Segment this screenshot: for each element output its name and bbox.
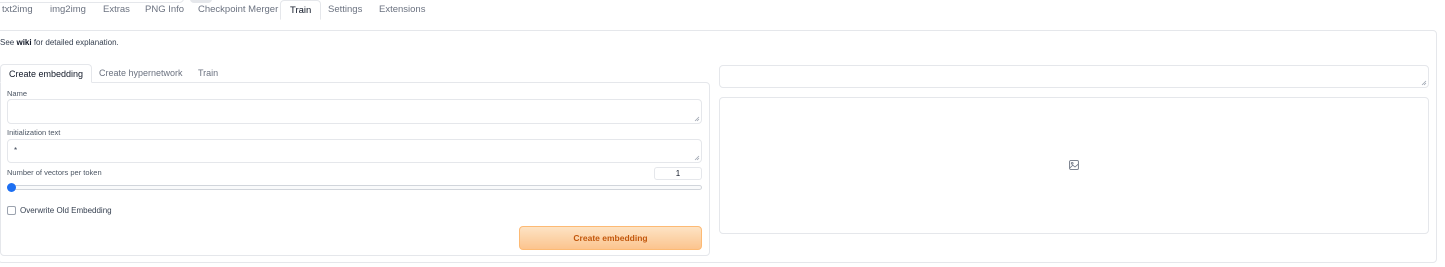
resize-handle-icon[interactable] [1421,80,1427,86]
overwrite-checkbox[interactable] [7,206,16,215]
init-text-input[interactable]: * [7,139,702,163]
image-icon [1069,160,1079,170]
info-text: See wiki for detailed explanation. [0,38,119,47]
info-suffix: for detailed explanation. [31,38,119,47]
name-label: Name [7,89,28,98]
tab-txt2img[interactable]: txt2img [2,0,33,20]
tab-settings[interactable]: Settings [328,0,362,20]
tab-png-info[interactable]: PNG Info [145,0,184,20]
resize-handle-icon[interactable] [694,155,700,161]
subtab-create-embedding[interactable]: Create embedding [0,64,93,83]
output-textbox[interactable] [719,65,1429,88]
tab-extras[interactable]: Extras [103,0,130,20]
init-text-value: * [14,146,18,155]
tab-train[interactable]: Train [280,0,322,20]
tab-checkpoint-merger[interactable]: Checkpoint Merger [198,0,278,20]
name-input[interactable] [7,99,702,124]
create-embedding-button[interactable]: Create embedding [519,226,702,250]
tab-extensions[interactable]: Extensions [379,0,425,20]
vectors-number-input[interactable]: 1 [654,167,702,180]
wiki-link[interactable]: wiki [16,38,31,47]
subtab-create-hypernetwork[interactable]: Create hypernetwork [99,64,183,83]
tab-img2img[interactable]: img2img [50,0,86,20]
overwrite-label[interactable]: Overwrite Old Embedding [20,206,112,216]
info-prefix: See [0,38,17,47]
subtab-train[interactable]: Train [198,64,218,83]
vectors-slider-thumb[interactable] [7,183,16,192]
init-text-label: Initialization text [7,128,61,137]
vectors-slider[interactable] [8,185,702,190]
resize-handle-icon[interactable] [694,116,700,122]
vectors-label: Number of vectors per token [7,168,102,177]
